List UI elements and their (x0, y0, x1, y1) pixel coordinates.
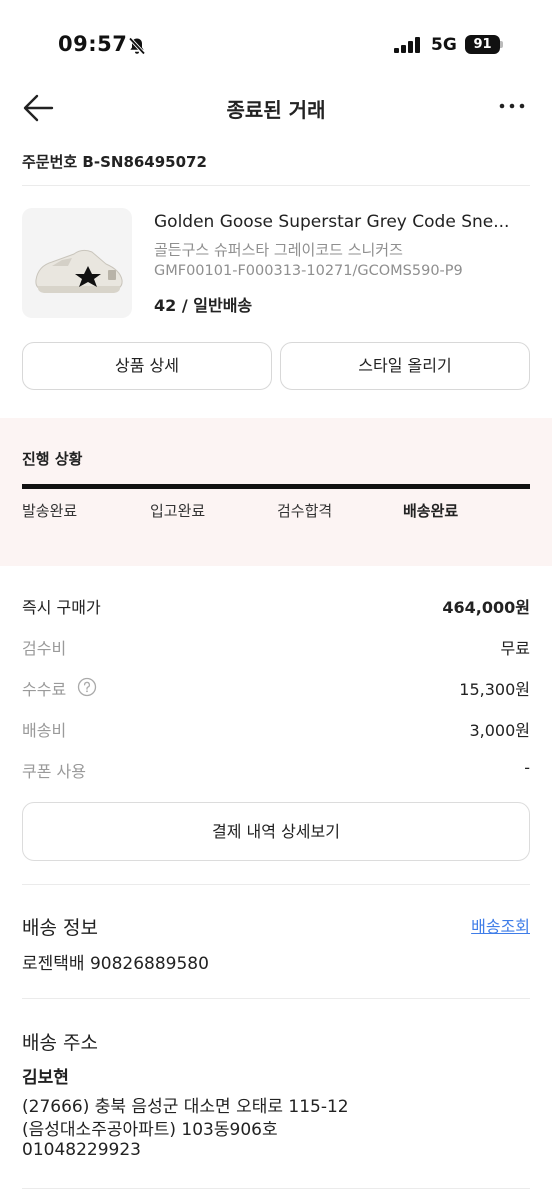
price-value-coupon: - (524, 758, 530, 777)
step-shipped: 발송완료 (22, 502, 78, 520)
order-number: 주문번호 B-SN86495072 (22, 153, 207, 171)
product-detail-button[interactable]: 상품 상세 (22, 342, 272, 390)
help-icon[interactable] (77, 677, 97, 697)
status-bar: 09:57 5G 91 (0, 0, 552, 90)
battery-icon: 91 (465, 35, 500, 54)
sneaker-image (35, 249, 123, 293)
shipping-tracking-info: 로젠택배 90826889580 (22, 954, 209, 974)
payment-detail-button[interactable]: 결제 내역 상세보기 (22, 802, 530, 861)
network-label: 5G (431, 35, 457, 55)
divider (22, 1188, 530, 1189)
step-delivered: 배송완료 (403, 502, 459, 520)
nav-bar: 종료된 거래 (0, 80, 552, 136)
price-label-shipping: 배송비 (22, 721, 67, 740)
divider (22, 185, 530, 186)
shipping-address-title: 배송 주소 (22, 1032, 98, 1054)
product-image[interactable] (22, 208, 132, 318)
progress-section: 진행 상황 발송완료 입고완료 검수합격 배송완료 (0, 418, 552, 566)
recipient-name: 김보현 (22, 1068, 69, 1088)
post-style-button[interactable]: 스타일 올리기 (280, 342, 530, 390)
price-value-buy-now: 464,000원 (442, 598, 530, 617)
battery-level: 91 (473, 37, 492, 52)
recipient-phone: 01048229923 (22, 1140, 141, 1160)
product-name-korean: 골든구스 슈퍼스타 그레이코드 스니커즈 (154, 241, 403, 259)
divider (22, 884, 530, 885)
product-size: 42 / 일반배송 (154, 296, 253, 315)
price-label-inspection: 검수비 (22, 639, 67, 658)
price-label-coupon: 쿠폰 사용 (22, 762, 86, 781)
progress-bar (22, 484, 530, 489)
address-line-2: (음성대소주공아파트) 103동906호 (22, 1120, 278, 1140)
step-inspected: 검수합격 (277, 502, 333, 520)
price-label-fee: 수수료 (22, 680, 67, 699)
product-code: GMF00101-F000313-10271/GCOMS590-P9 (154, 263, 463, 279)
step-received: 입고완료 (150, 502, 206, 520)
status-time: 09:57 (58, 32, 128, 56)
battery-tip (500, 41, 503, 48)
price-value-fee: 15,300원 (459, 680, 530, 699)
price-label-buy-now: 즉시 구매가 (22, 598, 101, 617)
divider (22, 998, 530, 999)
more-icon[interactable] (498, 102, 526, 110)
page-title: 종료된 거래 (226, 98, 326, 122)
mute-bell-icon (128, 37, 146, 55)
price-value-shipping: 3,000원 (469, 721, 530, 740)
progress-title: 진행 상황 (22, 450, 83, 468)
shipping-info-title: 배송 정보 (22, 917, 98, 939)
track-shipping-link[interactable]: 배송조회 (471, 913, 530, 937)
signal-icon (394, 37, 420, 53)
price-value-inspection: 무료 (500, 639, 530, 658)
address-line-1: (27666) 충북 음성군 대소면 오태로 115-12 (22, 1097, 349, 1117)
product-name: Golden Goose Superstar Grey Code Sne... (154, 212, 510, 232)
